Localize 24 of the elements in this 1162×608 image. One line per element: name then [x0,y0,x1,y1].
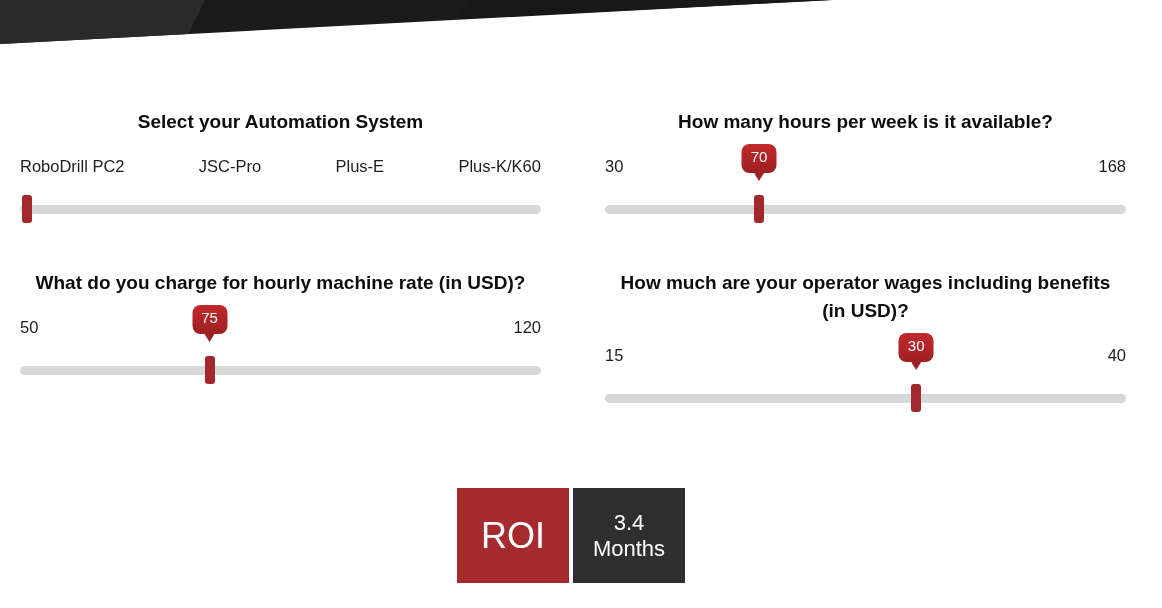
option-label: Plus-K/K60 [458,156,541,177]
slider-handle[interactable] [911,384,922,412]
option-label: RoboDrill PC2 [20,156,125,177]
value-tooltip: 70 [741,144,777,181]
question-title: What do you charge for hourly machine rate (in USD)? [34,271,527,295]
option-label: Plus-E [335,156,385,177]
question-title: How much are your operator wages including benefits (in USD)? [619,271,1112,323]
value-tooltip: 75 [192,305,227,342]
roi-unit: Months [592,535,666,562]
max-label: 168 [1098,156,1126,177]
option-label: JSC-Pro [198,156,262,177]
min-label: 50 [20,317,39,338]
slider-handle[interactable] [22,195,32,223]
question-title: Select your Automation System [136,110,425,134]
value-tooltip: 30 [898,333,934,370]
slider-handle[interactable] [754,195,764,223]
max-label: 120 [513,317,541,338]
max-label: 40 [1107,345,1126,366]
min-label: 15 [605,345,624,366]
question-title: How many hours per week is it available? [677,110,1054,134]
min-label: 30 [605,156,624,177]
slider-handle[interactable] [204,356,215,384]
roi-value: 3.4 [613,509,645,536]
roi-label: ROI [457,488,569,583]
